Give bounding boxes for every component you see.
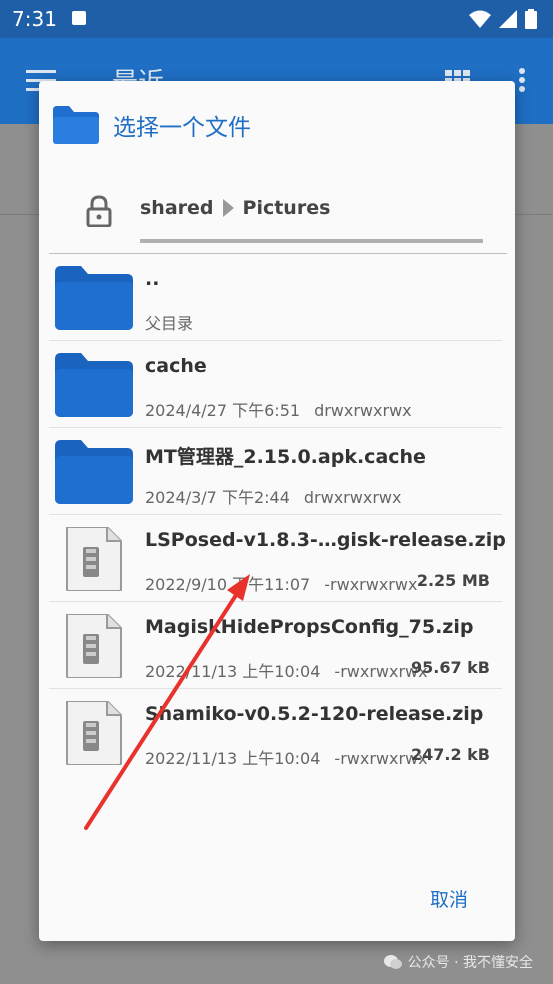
watermark-text: 公众号 · 我不懂安全	[407, 955, 533, 971]
watermark: 公众号 · 我不懂安全	[383, 952, 533, 972]
wechat-icon	[383, 955, 402, 969]
annotation-arrow-icon	[84, 574, 250, 830]
